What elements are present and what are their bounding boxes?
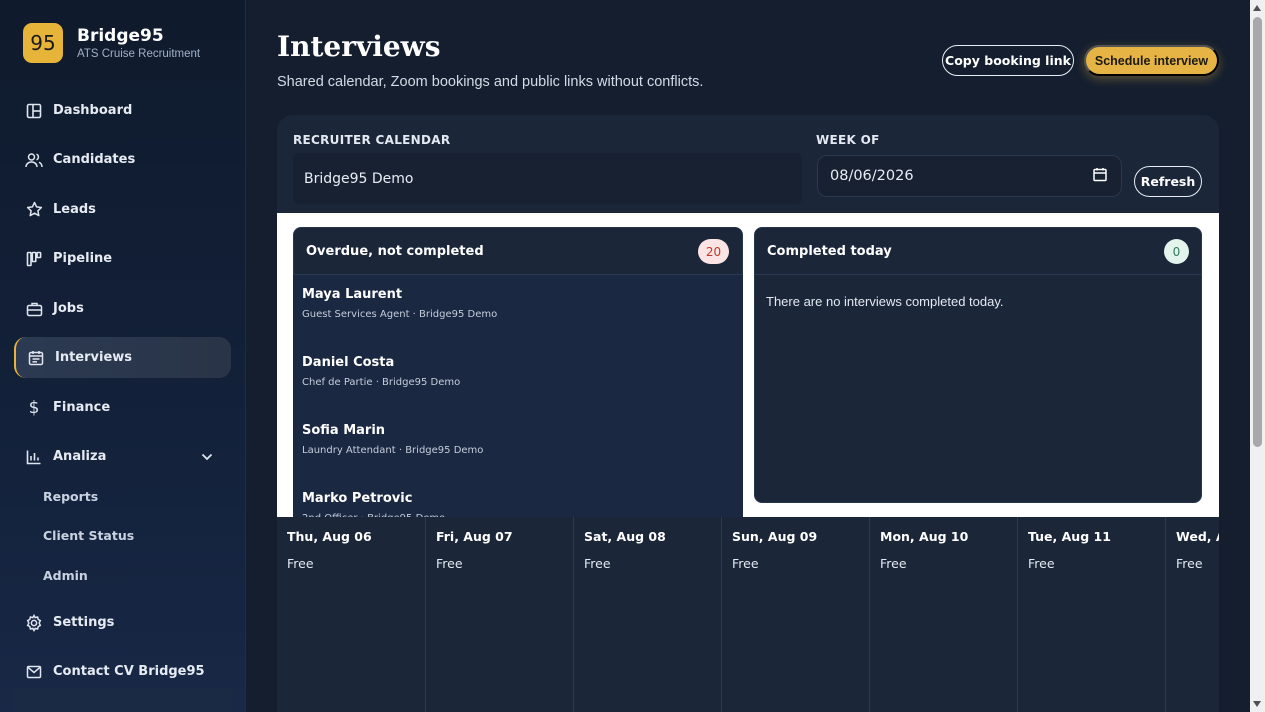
day-header: Sat, Aug 08 xyxy=(584,529,666,544)
page-subtitle: Shared calendar, Zoom bookings and publi… xyxy=(277,74,704,90)
candidate-meta: Laundry Attendant · Bridge95 Demo xyxy=(302,445,484,456)
day-status: Free xyxy=(584,556,611,571)
sidebar-footer xyxy=(14,688,232,712)
day-column[interactable]: Tue, Aug 11 Free xyxy=(1017,517,1165,712)
day-column[interactable]: Sat, Aug 08 Free xyxy=(573,517,721,712)
sidebar-item-finance[interactable]: $ Finance xyxy=(14,387,231,428)
day-column[interactable]: Thu, Aug 06 Free xyxy=(277,517,425,712)
scroll-up-arrow-icon[interactable] xyxy=(1253,5,1261,11)
completed-card-title: Completed today xyxy=(755,228,1201,275)
sidebar-item-label: Finance xyxy=(53,400,111,415)
sidebar-item-label: Contact CV Bridge95 xyxy=(53,664,205,679)
day-header: Wed, Aug 12 xyxy=(1176,529,1219,544)
day-column[interactable]: Fri, Aug 07 Free xyxy=(425,517,573,712)
sidebar-item-label: Interviews xyxy=(55,350,133,365)
sidebar-item-settings[interactable]: Settings xyxy=(14,602,231,643)
day-status: Free xyxy=(732,556,759,571)
gear-icon xyxy=(25,613,43,632)
candidate-name: Marko Petrovic xyxy=(302,491,413,506)
day-status: Free xyxy=(436,556,463,571)
sidebar-item-label: Analiza xyxy=(53,449,107,464)
sidebar-item-label: Leads xyxy=(53,202,96,217)
sidebar-item-interviews[interactable]: Interviews xyxy=(14,337,231,378)
day-header: Fri, Aug 07 xyxy=(436,529,513,544)
candidate-meta: Chef de Partie · Bridge95 Demo xyxy=(302,377,461,388)
list-item[interactable]: Daniel Costa Chef de Partie · Bridge95 D… xyxy=(302,355,460,388)
sidebar-item-dashboard[interactable]: Dashboard xyxy=(14,90,231,131)
candidate-meta: Guest Services Agent · Bridge95 Demo xyxy=(302,309,498,320)
brand-name: Bridge95 xyxy=(77,26,164,46)
overdue-card-title: Overdue, not completed xyxy=(294,228,742,275)
brand[interactable]: 95 Bridge95 ATS Cruise Recruitment xyxy=(23,23,200,63)
users-icon xyxy=(25,151,43,169)
overdue-count-badge: 20 xyxy=(698,239,729,264)
day-status: Free xyxy=(287,556,314,571)
chevron-down-icon[interactable] xyxy=(201,450,213,465)
sidebar-item-label: Pipeline xyxy=(53,251,113,266)
week-calendar: Thu, Aug 06 Free Fri, Aug 07 Free Sat, A… xyxy=(277,517,1219,712)
sidebar: 95 Bridge95 ATS Cruise Recruitment Dashb… xyxy=(0,0,246,712)
completed-empty-message: There are no interviews completed today. xyxy=(766,294,1004,309)
sidebar-item-leads[interactable]: Leads xyxy=(14,189,231,230)
day-header: Mon, Aug 10 xyxy=(880,529,969,544)
sidebar-item-analiza[interactable]: Analiza xyxy=(14,436,231,477)
page-title: Interviews xyxy=(277,30,441,63)
sidebar-subitem-admin[interactable]: Admin xyxy=(43,568,88,583)
recruiter-calendar-value: Bridge95 Demo xyxy=(304,170,414,187)
page-scrollbar[interactable] xyxy=(1250,0,1265,712)
mail-icon xyxy=(25,663,43,681)
day-header: Thu, Aug 06 xyxy=(287,529,372,544)
bar-chart-icon xyxy=(25,448,43,466)
pipeline-icon xyxy=(25,250,43,268)
brand-logo: 95 xyxy=(23,23,63,63)
dollar-icon: $ xyxy=(28,397,40,418)
week-of-date-input[interactable]: 08/06/2026 xyxy=(817,155,1122,197)
candidate-name: Sofia Marin xyxy=(302,423,386,438)
candidate-name: Maya Laurent xyxy=(302,287,403,302)
scrollbar-thumb[interactable] xyxy=(1253,17,1262,447)
calendar-picker-icon[interactable] xyxy=(1093,167,1107,186)
copy-booking-link-button[interactable]: Copy booking link xyxy=(942,45,1074,76)
week-of-value: 08/06/2026 xyxy=(830,168,914,184)
recruiter-calendar-label: RECRUITER CALENDAR xyxy=(293,133,451,147)
schedule-interview-button[interactable]: Schedule interview xyxy=(1084,45,1219,76)
candidate-name: Daniel Costa xyxy=(302,355,395,370)
sidebar-item-pipeline[interactable]: Pipeline xyxy=(14,238,231,279)
sidebar-subitem-client-status[interactable]: Client Status xyxy=(43,528,134,543)
list-item[interactable]: Maya Laurent Guest Services Agent · Brid… xyxy=(302,287,497,320)
briefcase-icon xyxy=(25,300,43,318)
day-status: Free xyxy=(1176,556,1203,571)
overdue-list: Maya Laurent Guest Services Agent · Brid… xyxy=(293,275,743,540)
sidebar-item-label: Candidates xyxy=(53,152,136,167)
day-status: Free xyxy=(880,556,907,571)
day-column[interactable]: Mon, Aug 10 Free xyxy=(869,517,1017,712)
calendar-icon xyxy=(27,349,45,367)
sidebar-item-jobs[interactable]: Jobs xyxy=(14,288,231,329)
completed-count-badge: 0 xyxy=(1164,239,1189,264)
recruiter-calendar-select[interactable]: Bridge95 Demo xyxy=(293,153,802,204)
sidebar-item-contact[interactable]: Contact CV Bridge95 xyxy=(14,651,231,692)
sidebar-item-label: Jobs xyxy=(53,301,84,316)
star-icon xyxy=(25,201,43,219)
scroll-down-arrow-icon[interactable] xyxy=(1253,701,1261,707)
refresh-button[interactable]: Refresh xyxy=(1134,166,1202,197)
day-header: Tue, Aug 11 xyxy=(1028,529,1111,544)
completed-title-text: Completed today xyxy=(767,243,892,259)
dashboard-icon xyxy=(25,102,43,120)
day-column[interactable]: Sun, Aug 09 Free xyxy=(721,517,869,712)
sidebar-item-candidates[interactable]: Candidates xyxy=(14,139,231,180)
sidebar-item-label: Dashboard xyxy=(53,103,133,118)
week-of-label: WEEK OF xyxy=(816,133,880,147)
day-column[interactable]: Wed, Aug 12 Free xyxy=(1165,517,1219,712)
day-header: Sun, Aug 09 xyxy=(732,529,818,544)
overdue-title-text: Overdue, not completed xyxy=(306,243,484,259)
completed-today-card: Completed today 0 xyxy=(754,227,1202,503)
brand-subtitle: ATS Cruise Recruitment xyxy=(77,48,201,60)
list-item[interactable]: Sofia Marin Laundry Attendant · Bridge95… xyxy=(302,423,483,456)
sidebar-item-label: Settings xyxy=(53,615,115,630)
day-status: Free xyxy=(1028,556,1055,571)
sidebar-subitem-reports[interactable]: Reports xyxy=(43,489,98,504)
